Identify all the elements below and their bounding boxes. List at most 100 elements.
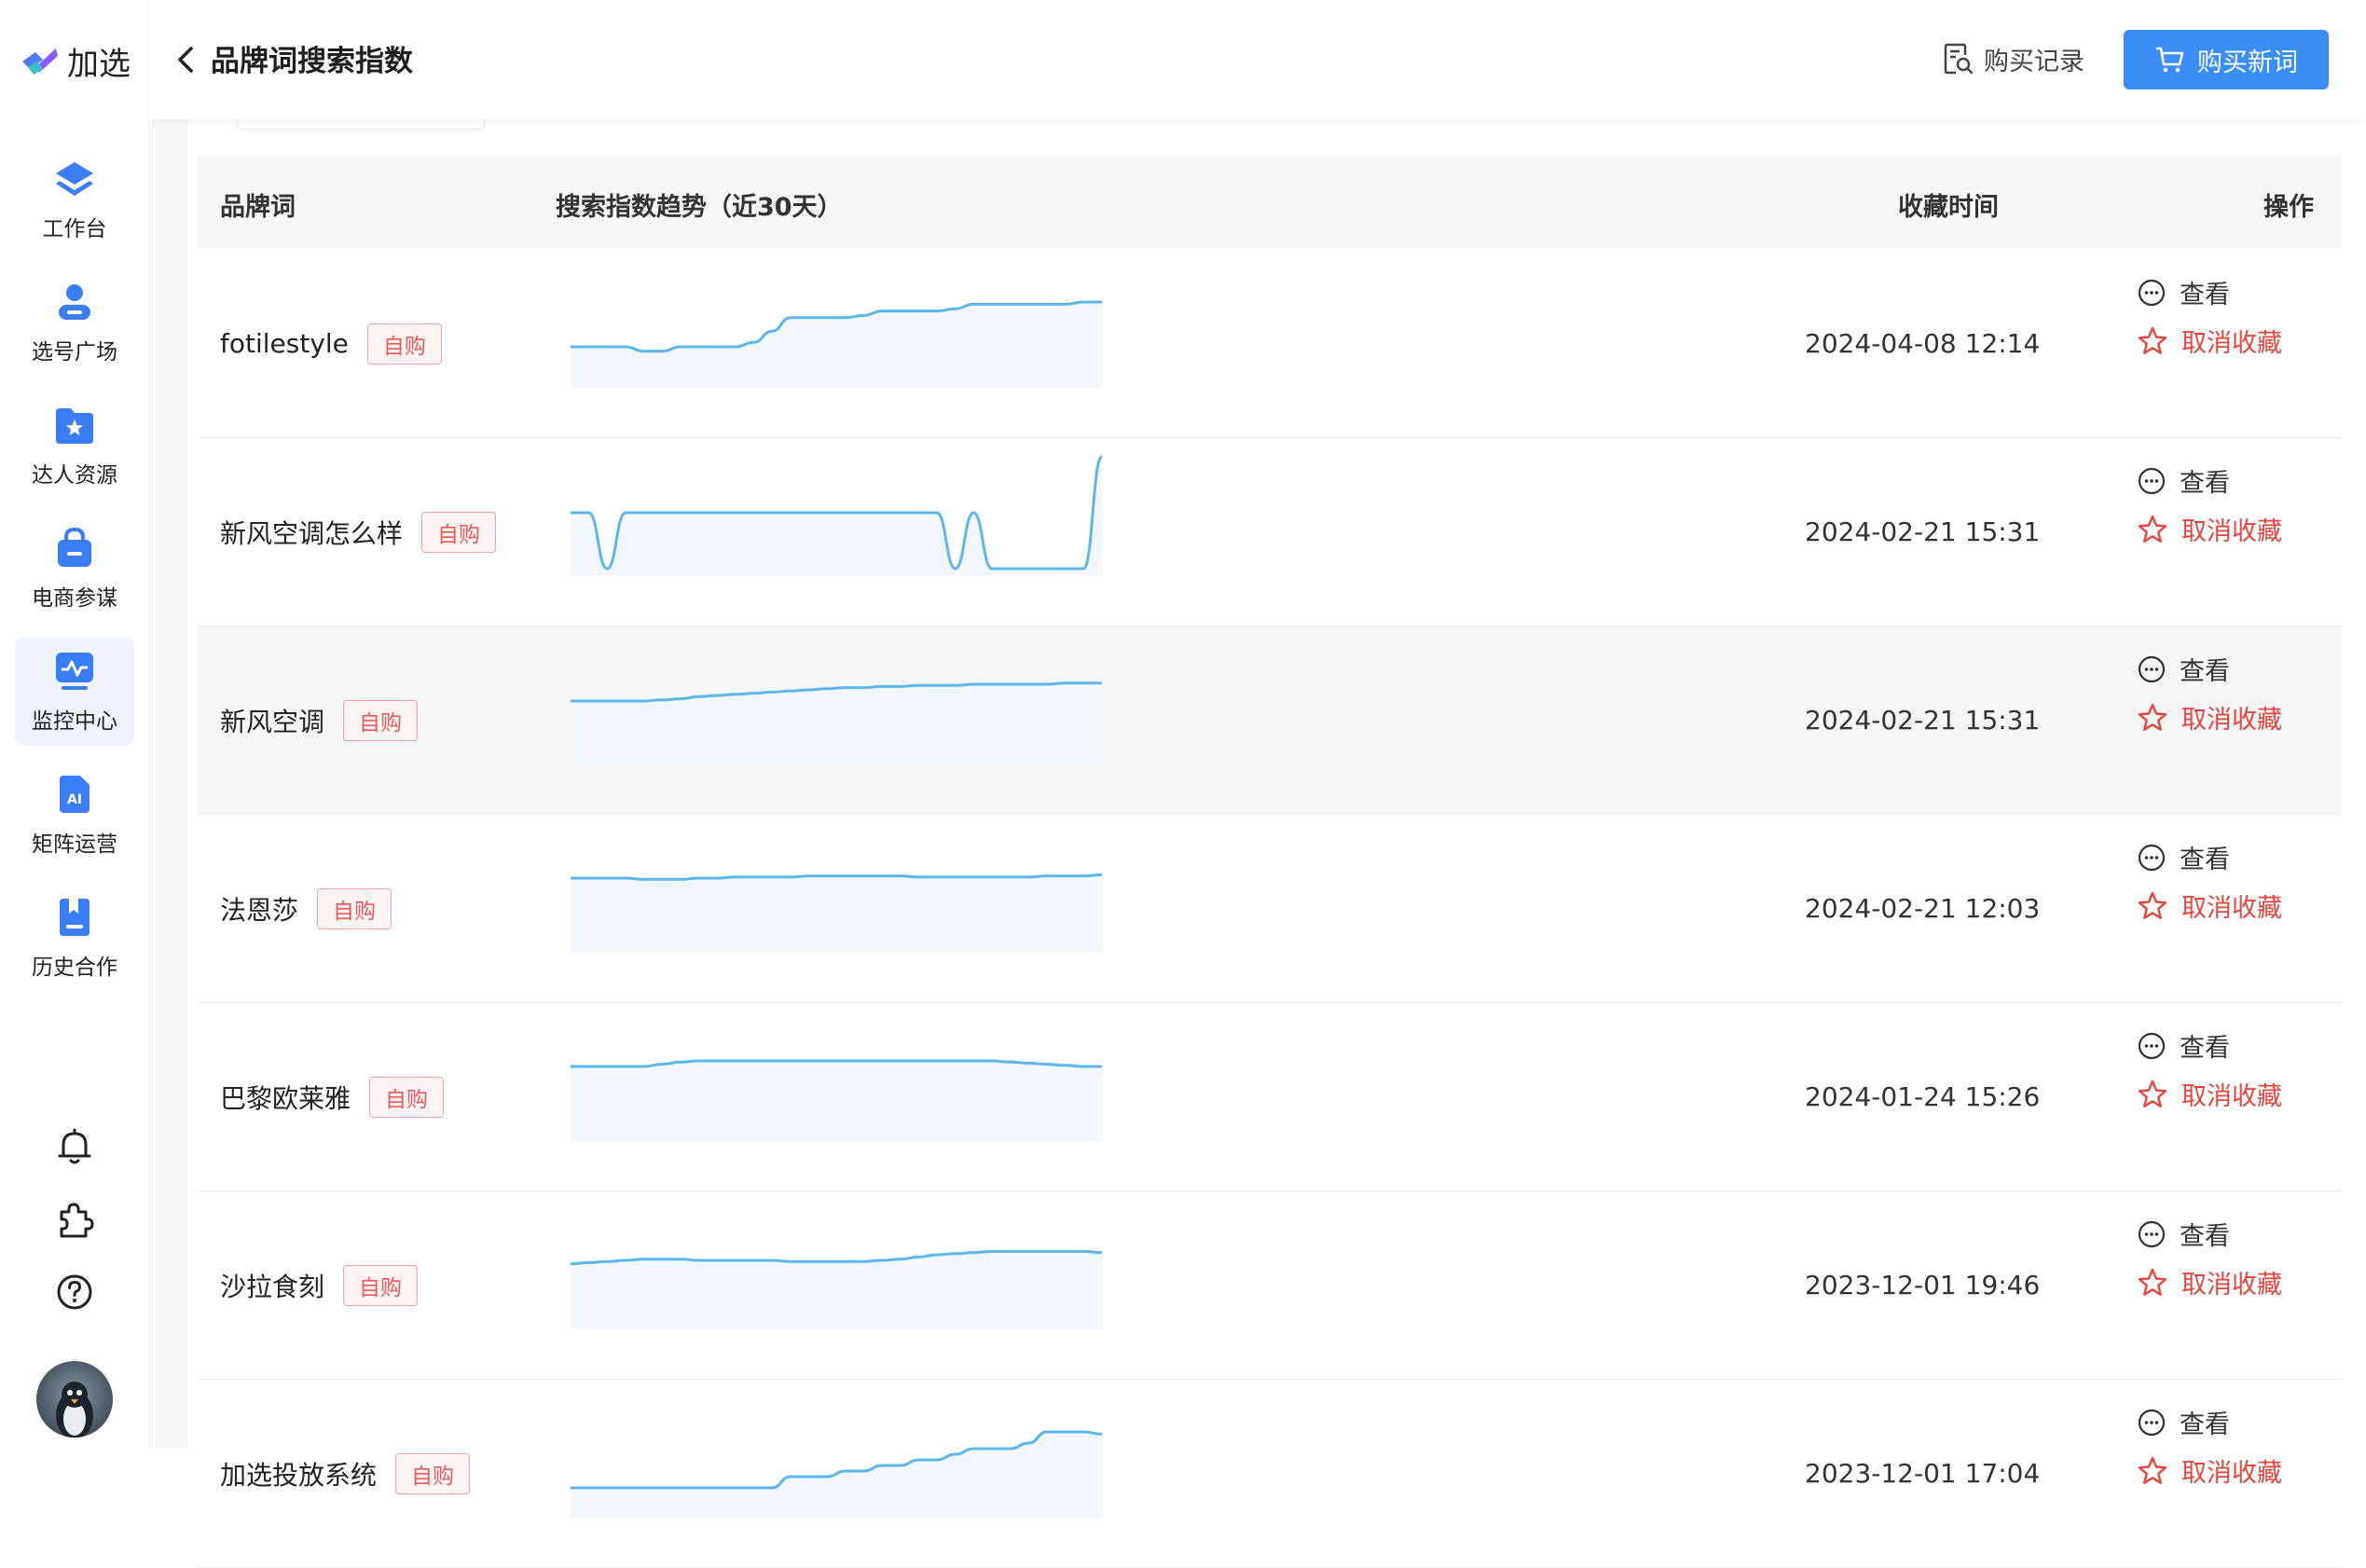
table-row[interactable]: 加选投放系统 自购 2023-12-01 17:04 查看取消收藏 xyxy=(198,1380,2342,1568)
sidebar-item-history[interactable]: 历史合作 xyxy=(15,884,134,992)
shopping-bag-icon xyxy=(58,527,91,567)
sidebar-item-label: 监控中心 xyxy=(32,709,117,734)
brand-name: 新风空调怎么样 xyxy=(220,517,404,549)
unfavorite-button[interactable]: 取消收藏 xyxy=(2137,1452,2282,1489)
unfavorite-button[interactable]: 取消收藏 xyxy=(2137,1076,2282,1112)
view-button[interactable]: 查看 xyxy=(2137,839,2230,875)
sidebar-item-label: 选号广场 xyxy=(32,340,117,364)
favorite-time: 2024-02-21 15:31 xyxy=(1805,705,2041,736)
trend-sparkline xyxy=(571,873,1102,953)
history-doc-icon xyxy=(60,899,89,936)
brand-name: 沙拉食刻 xyxy=(220,1271,325,1302)
ai-doc-icon: AI xyxy=(60,776,89,813)
help-icon[interactable] xyxy=(52,1270,97,1314)
logo-text: 加选 xyxy=(67,45,131,83)
sidebar-item-account-square[interactable]: 选号广场 xyxy=(15,268,134,377)
avatar[interactable] xyxy=(36,1361,113,1437)
favorite-time: 2023-12-01 17:04 xyxy=(1805,1458,2041,1489)
sidebar-item-label: 达人资源 xyxy=(32,463,117,488)
table-row[interactable]: 法恩莎 自购 2024-02-21 12:03 查看 取消收藏 xyxy=(198,815,2342,1003)
view-label: 查看 xyxy=(2180,281,2230,309)
favorite-time: 2023-12-01 19:46 xyxy=(1805,1270,2041,1300)
unfavorite-label: 取消收藏 xyxy=(2181,1082,2282,1111)
avatar-penguin-icon xyxy=(56,1382,93,1437)
sidebar-item-label: 工作台 xyxy=(42,217,107,241)
unfavorite-button[interactable]: 取消收藏 xyxy=(2137,699,2282,736)
table-row[interactable]: 沙拉食刻 自购 2023-12-01 19:46 查看取消收藏 xyxy=(198,1191,2342,1380)
unfavorite-button[interactable]: 取消收藏 xyxy=(2137,323,2282,359)
sidebar-item-ecommerce[interactable]: 电商参谋 xyxy=(15,515,134,623)
column-header-actions: 操作 xyxy=(2263,193,2314,222)
view-button[interactable]: 查看 xyxy=(2137,1404,2230,1440)
record-search-icon xyxy=(1944,43,1974,75)
table-row[interactable]: fotilestyle 自购 2024-04-08 12:14 查看 取消收藏 xyxy=(198,250,2342,438)
puzzle-icon[interactable] xyxy=(52,1197,97,1242)
purchase-records-link[interactable]: 购买记录 xyxy=(1941,37,2084,80)
favorite-time: 2024-02-21 15:31 xyxy=(1805,516,2041,547)
brand-name: fotilestyle xyxy=(220,328,349,359)
layers-icon xyxy=(56,162,93,196)
logo-icon xyxy=(22,48,58,75)
trend-sparkline xyxy=(571,1059,1102,1141)
view-button[interactable]: 查看 xyxy=(2137,462,2230,499)
unfavorite-label: 取消收藏 xyxy=(2181,517,2282,546)
sidebar-item-matrix[interactable]: AI 矩阵运营 xyxy=(15,761,134,869)
more-circle-icon xyxy=(2138,1032,2166,1059)
brand-cell: 巴黎欧莱雅 自购 xyxy=(220,1003,445,1190)
trend-sparkline xyxy=(571,1249,1102,1329)
bell-icon[interactable] xyxy=(52,1124,97,1169)
trend-area xyxy=(571,874,1102,953)
brand-cell: 沙拉食刻 自购 xyxy=(220,1191,419,1379)
brand-cell: fotilestyle 自购 xyxy=(220,250,442,437)
view-button[interactable]: 查看 xyxy=(2137,1027,2230,1064)
logo[interactable]: 加选 xyxy=(19,39,131,83)
sidebar-item-influencers[interactable]: 达人资源 xyxy=(15,392,134,500)
unfavorite-button[interactable]: 取消收藏 xyxy=(2137,1264,2282,1300)
brand-name: 加选投放系统 xyxy=(220,1459,378,1491)
header: 品牌词搜索指数 购买记录 购买新词 xyxy=(149,0,2366,119)
trend-sparkline xyxy=(571,681,1102,764)
brand-name: 法恩莎 xyxy=(220,894,299,926)
unfavorite-button[interactable]: 取消收藏 xyxy=(2137,511,2282,547)
purchase-records-label: 购买记录 xyxy=(1984,47,2084,76)
brand-cell: 新风空调 自购 xyxy=(220,626,419,814)
view-label: 查看 xyxy=(2180,1410,2230,1439)
content-area: 品牌词 搜索指数趋势（近30天） 收藏时间 操作 fotilestyle 自购 20… xyxy=(151,119,2366,1568)
self-purchase-tag: 自购 xyxy=(343,1264,419,1306)
person-icon xyxy=(59,284,90,320)
view-button[interactable]: 查看 xyxy=(2137,274,2230,310)
back-arrow-icon[interactable] xyxy=(168,41,205,78)
unfavorite-label: 取消收藏 xyxy=(2181,1459,2282,1488)
view-label: 查看 xyxy=(2180,657,2230,686)
unfavorite-label: 取消收藏 xyxy=(2181,329,2282,358)
more-circle-icon xyxy=(2138,655,2166,682)
brand-name: 新风空调 xyxy=(220,706,325,737)
table-row[interactable]: 新风空调怎么样 自购 2024-02-21 15:31 查看取消收藏 xyxy=(198,438,2342,626)
table-row[interactable]: 巴黎欧莱雅 自购 2024-01-24 15:26 查看 取消收藏 xyxy=(198,1003,2342,1191)
more-circle-icon xyxy=(2138,467,2166,494)
table-row[interactable]: 新风空调 自购 2024-02-21 15:31 查看取消收藏 xyxy=(198,626,2342,815)
sidebar-item-monitor[interactable]: 监控中心 xyxy=(15,638,134,746)
table-card: 品牌词 搜索指数趋势（近30天） 收藏时间 操作 fotilestyle 自购 20… xyxy=(188,119,2366,1568)
star-icon xyxy=(2138,1080,2167,1107)
view-button[interactable]: 查看 xyxy=(2137,651,2230,687)
star-icon xyxy=(2138,1268,2167,1296)
view-button[interactable]: 查看 xyxy=(2137,1216,2230,1252)
sidebar-item-workbench[interactable]: 工作台 xyxy=(15,145,134,254)
more-circle-icon xyxy=(2138,844,2166,871)
view-label: 查看 xyxy=(2180,846,2230,874)
more-circle-icon xyxy=(2138,1220,2166,1247)
star-folder-icon xyxy=(56,408,93,444)
more-circle-icon xyxy=(2138,1409,2166,1436)
trend-area xyxy=(571,1251,1102,1329)
sidebar: 加选 工作台 选号广场 达人资源 电商参谋 监控中心 AI 矩阵运营 历史合作 xyxy=(0,0,150,1449)
self-purchase-tag: 自购 xyxy=(421,511,497,553)
unfavorite-button[interactable]: 取消收藏 xyxy=(2137,887,2282,924)
view-label: 查看 xyxy=(2180,1222,2230,1251)
sidebar-item-label: 矩阵运营 xyxy=(32,832,117,857)
brand-cell: 加选投放系统 自购 xyxy=(220,1380,471,1567)
self-purchase-tag: 自购 xyxy=(369,1076,445,1118)
buy-new-word-button[interactable]: 购买新词 xyxy=(2124,30,2329,89)
more-circle-icon xyxy=(2138,279,2166,306)
filter-input-edge[interactable] xyxy=(237,119,485,130)
